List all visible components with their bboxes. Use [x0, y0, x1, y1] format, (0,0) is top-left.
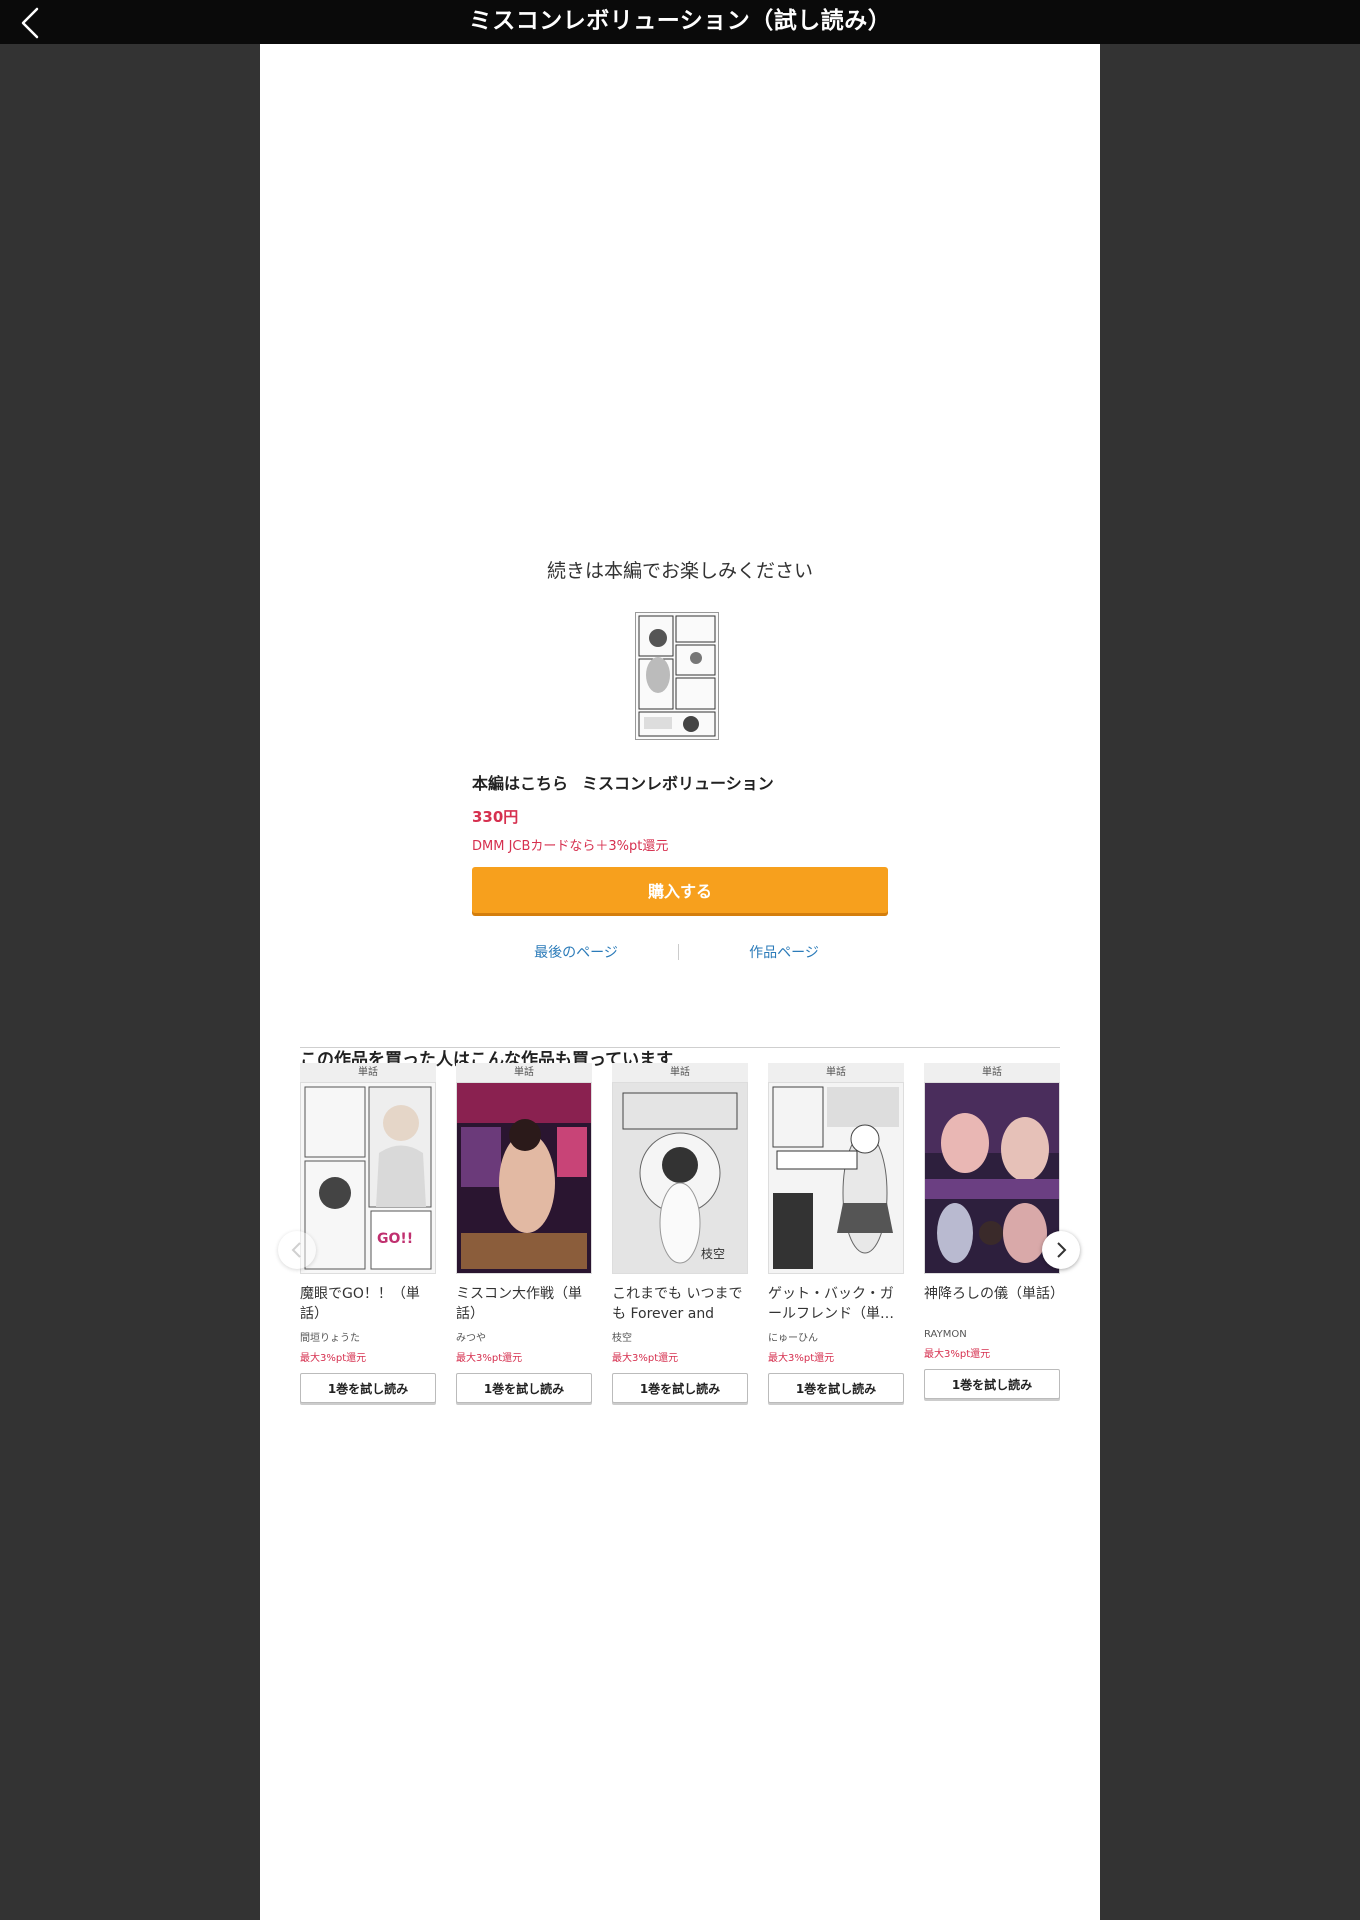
- card-cover[interactable]: [924, 1082, 1060, 1274]
- card-author[interactable]: RAYMON: [924, 1329, 1060, 1340]
- chevron-right-icon: [1057, 1242, 1067, 1258]
- card-promo: 最大3%pt還元: [300, 1353, 367, 1364]
- card-promo: 最大3%pt還元: [456, 1353, 523, 1364]
- recommend-card[interactable]: 単話 ミスコン大作戦（単話） みつや 最大3%pt還元 1巻を試し読み: [456, 1063, 592, 1423]
- recommend-carousel: 単話 GO!! 魔眼でGO！！（単話） 間垣りょうた 最大3%pt還元 1巻を試…: [300, 1063, 1060, 1443]
- trial-read-button[interactable]: 1巻を試し読み: [456, 1373, 592, 1403]
- last-page-link[interactable]: 最後のページ: [472, 942, 680, 962]
- link-divider: [678, 944, 679, 960]
- card-title[interactable]: ミスコン大作戦（単話）: [456, 1284, 592, 1324]
- manga-cover-image: 枝空: [613, 1083, 747, 1273]
- product-name: ミスコンレボリューション: [582, 774, 774, 793]
- trial-read-button[interactable]: 1巻を試し読み: [924, 1369, 1060, 1399]
- card-badge: 単話: [924, 1063, 1060, 1082]
- manga-cover-image: [925, 1083, 1059, 1273]
- chevron-left-icon: [21, 7, 39, 39]
- card-badge: 単話: [612, 1063, 748, 1082]
- card-promo: 最大3%pt還元: [924, 1349, 991, 1360]
- card-author[interactable]: 間垣りょうた: [300, 1329, 436, 1344]
- page-title: ミスコンレボリューション（試し読み）: [468, 8, 892, 34]
- main-product-cover[interactable]: [635, 612, 719, 740]
- card-author[interactable]: にゅーひん: [768, 1329, 904, 1344]
- card-badge: 単話: [768, 1063, 904, 1082]
- card-cover[interactable]: GO!!: [300, 1082, 436, 1274]
- card-badge: 単話: [300, 1063, 436, 1082]
- carousel-prev-button[interactable]: [278, 1231, 316, 1269]
- card-title[interactable]: 魔眼でGO！！（単話）: [300, 1284, 436, 1324]
- page-links: 最後のページ 作品ページ: [472, 942, 888, 962]
- reader-end-page: 続きは本編でお楽しみください 本編はこちら ミスコンレボリューション 330円 D…: [260, 44, 1100, 1920]
- recommend-card[interactable]: 単話 GO!! 魔眼でGO！！（単話） 間垣りょうた 最大3%pt還元 1巻を試…: [300, 1063, 436, 1423]
- carousel-next-button[interactable]: [1042, 1231, 1080, 1269]
- continue-message: 続きは本編でお楽しみください: [546, 560, 813, 582]
- svg-text:GO!!: GO!!: [377, 1231, 413, 1247]
- recommend-card[interactable]: 単話 枝空 これまでも いつまでも Forever and eve… 枝空 最大…: [612, 1063, 748, 1423]
- chevron-left-icon: [291, 1242, 301, 1258]
- manga-cover-image: GO!!: [301, 1083, 435, 1273]
- card-cover[interactable]: 枝空: [612, 1082, 748, 1274]
- product-prefix: 本編はこちら: [472, 774, 569, 793]
- main-product-title[interactable]: 本編はこちら ミスコンレボリューション: [472, 770, 774, 794]
- card-title[interactable]: 神降ろしの儀（単話）: [924, 1284, 1060, 1324]
- card-badge: 単話: [456, 1063, 592, 1082]
- manga-cover-image: [636, 613, 718, 739]
- recommend-card[interactable]: 単話 ゲット・バック・ガールフレンド（単… にゅーひん 最大3%pt還元 1巻を…: [768, 1063, 904, 1423]
- card-author[interactable]: 枝空: [612, 1329, 748, 1344]
- recommend-card[interactable]: 単話 神降ろしの儀（単話） RAYMON 最大3%pt還元 1巻を試し読み: [924, 1063, 1060, 1423]
- product-page-link[interactable]: 作品ページ: [680, 942, 888, 962]
- svg-text:枝空: 枝空: [701, 1246, 725, 1261]
- top-bar: ミスコンレボリューション（試し読み）: [0, 0, 1360, 44]
- buy-button[interactable]: 購入する: [472, 867, 888, 913]
- trial-read-button[interactable]: 1巻を試し読み: [300, 1373, 436, 1403]
- card-cover[interactable]: [768, 1082, 904, 1274]
- manga-cover-image: [457, 1083, 591, 1273]
- manga-cover-image: [769, 1083, 903, 1273]
- card-author[interactable]: みつや: [456, 1329, 592, 1344]
- card-promo: 最大3%pt還元: [768, 1353, 835, 1364]
- trial-read-button[interactable]: 1巻を試し読み: [612, 1373, 748, 1403]
- product-price: 330円: [472, 808, 519, 826]
- trial-read-button[interactable]: 1巻を試し読み: [768, 1373, 904, 1403]
- card-title[interactable]: これまでも いつまでも Forever and eve…: [612, 1284, 748, 1324]
- card-promo: 最大3%pt還元: [612, 1353, 679, 1364]
- heading-divider: [300, 1047, 1060, 1048]
- card-title[interactable]: ゲット・バック・ガールフレンド（単…: [768, 1284, 904, 1324]
- back-button[interactable]: [14, 6, 48, 40]
- card-cover[interactable]: [456, 1082, 592, 1274]
- promo-text: DMM JCBカードなら＋3%pt還元: [472, 839, 669, 854]
